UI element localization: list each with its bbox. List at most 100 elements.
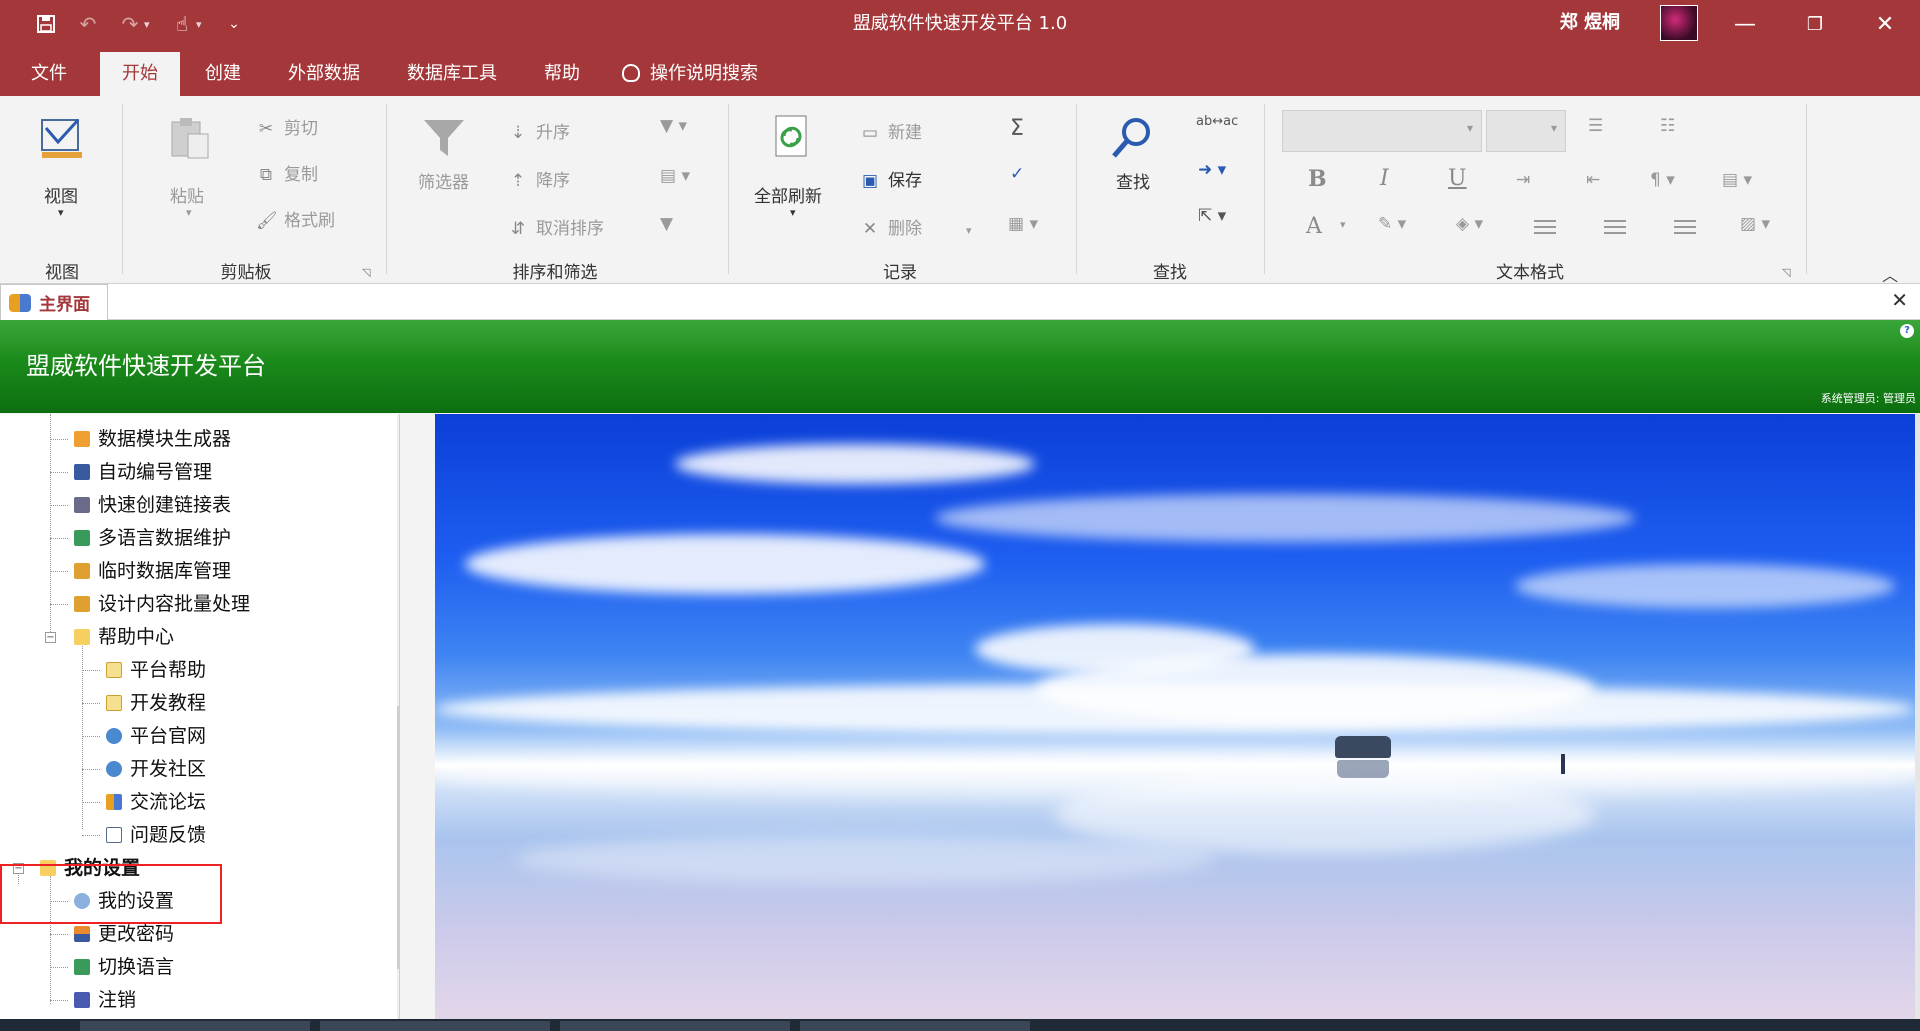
selection-filter-button[interactable]: ▼ ▾ xyxy=(660,116,687,136)
alternate-row-color-button[interactable]: ▨ ▾ xyxy=(1740,214,1770,234)
font-color-dropdown-icon[interactable]: ▾ xyxy=(1340,218,1346,231)
tell-me-search[interactable]: 操作说明搜索 xyxy=(622,52,792,96)
bullets-button[interactable]: ☰ xyxy=(1588,116,1603,136)
font-color-button[interactable]: A xyxy=(1306,214,1322,239)
tree-item-official-site[interactable]: 平台官网 xyxy=(106,721,206,751)
close-document-icon[interactable]: ✕ xyxy=(1891,288,1908,312)
tree-item-dev-community[interactable]: 开发社区 xyxy=(106,754,206,784)
align-right-icon[interactable] xyxy=(1674,220,1696,234)
collapse-toggle-icon[interactable]: − xyxy=(45,632,56,643)
touch-dropdown-icon[interactable]: ▾ xyxy=(196,18,210,31)
redo-icon[interactable]: ↷ xyxy=(112,8,148,40)
gridlines-button[interactable]: ▤ ▾ xyxy=(1722,170,1752,190)
tree-scrollbar-thumb[interactable] xyxy=(397,706,399,969)
advanced-filter-button[interactable]: ▤ ▾ xyxy=(660,166,690,186)
tab-home[interactable]: 开始 xyxy=(100,52,180,96)
font-size-select[interactable] xyxy=(1486,110,1566,152)
group-divider xyxy=(728,104,729,274)
tree-item-forum[interactable]: 交流论坛 xyxy=(106,787,206,817)
tree-item-multilanguage[interactable]: 多语言数据维护 xyxy=(74,523,231,553)
tree-item-dev-tutorial[interactable]: 开发教程 xyxy=(106,688,206,718)
redo-dropdown-icon[interactable]: ▾ xyxy=(144,18,158,31)
text-format-launcher-icon[interactable]: ◹ xyxy=(1782,266,1790,279)
tree-item-quick-link-table[interactable]: 快速创建链接表 xyxy=(74,490,231,520)
collapse-ribbon-icon[interactable]: ︿ xyxy=(1882,262,1898,286)
scroll-up-icon[interactable]: ▲ xyxy=(398,418,399,437)
sort-descending-button[interactable]: ⇡ 降序 xyxy=(508,166,570,191)
undo-icon[interactable]: ↶ xyxy=(70,8,106,40)
copy-button[interactable]: ⧉ 复制 xyxy=(256,160,318,185)
indent-decrease-button[interactable]: ⇤ xyxy=(1586,170,1600,190)
spelling-button[interactable]: ✓ xyxy=(1010,164,1024,184)
tree-item-data-module-generator[interactable]: 数据模块生成器 xyxy=(74,424,231,454)
close-button[interactable]: ✕ xyxy=(1850,0,1920,48)
toggle-filter-button[interactable]: ▼ xyxy=(660,214,673,234)
new-record-button[interactable]: ▭ 新建 xyxy=(860,118,922,143)
tab-main-form[interactable]: 主界面 xyxy=(0,284,108,320)
user-name[interactable]: 郑 煜桐 xyxy=(1560,0,1620,46)
current-user-info: 系统管理员: 管理员 xyxy=(1820,392,1916,405)
customize-icon[interactable]: ⌄ xyxy=(216,8,252,40)
taskbar-item[interactable] xyxy=(80,1021,310,1031)
help-icon[interactable]: ? xyxy=(1900,324,1914,338)
align-left-icon[interactable] xyxy=(1534,220,1556,234)
tab-file[interactable]: 文件 xyxy=(14,52,84,96)
group-divider xyxy=(386,104,387,274)
save-record-button[interactable]: ▣ 保存 xyxy=(860,166,922,191)
group-label-find: 查找 xyxy=(1153,263,1187,283)
numbering-button[interactable]: ☷ xyxy=(1660,116,1675,136)
highlight-button[interactable]: ✎ ▾ xyxy=(1378,214,1406,234)
delete-record-button[interactable]: ✕ 删除 ▾ xyxy=(860,214,972,239)
tab-help[interactable]: 帮助 xyxy=(530,52,594,96)
more-records-button[interactable]: ▦ ▾ xyxy=(1008,214,1038,234)
tree-guide xyxy=(82,670,100,671)
taskbar-item[interactable] xyxy=(560,1021,790,1031)
restore-button[interactable]: ❐ xyxy=(1780,0,1850,48)
minimize-button[interactable]: — xyxy=(1710,0,1780,48)
replace-button[interactable]: ab↔ac xyxy=(1196,114,1238,129)
tree-item-batch-design[interactable]: 设计内容批量处理 xyxy=(74,589,250,619)
clipboard-launcher-icon[interactable]: ◹ xyxy=(362,266,370,279)
tree-item-label: 开发教程 xyxy=(130,692,207,714)
right-edge-strip xyxy=(1915,414,1920,1019)
tree-item-help-center[interactable]: 帮助中心 xyxy=(74,622,174,652)
tab-database-tools[interactable]: 数据库工具 xyxy=(392,52,512,96)
bullet-list-icon: ☰ xyxy=(1588,116,1604,136)
paragraph-direction-button[interactable]: ¶ ▾ xyxy=(1650,170,1675,190)
align-center-icon[interactable] xyxy=(1604,220,1626,234)
touch-mode-icon[interactable]: ☝ xyxy=(164,8,200,40)
remove-sort-button[interactable]: ⇵ 取消排序 xyxy=(508,214,604,239)
tree-item-auto-number[interactable]: 自动编号管理 xyxy=(74,457,212,487)
totals-button[interactable]: Σ xyxy=(1010,116,1024,141)
tree-item-switch-language[interactable]: 切换语言 xyxy=(74,952,174,982)
tree-item-temp-database[interactable]: 临时数据库管理 xyxy=(74,556,231,586)
tab-external-data[interactable]: 外部数据 xyxy=(274,52,374,96)
fill-color-button[interactable]: ◈ ▾ xyxy=(1456,214,1483,234)
taskbar xyxy=(0,1019,1920,1031)
cut-button[interactable]: ✂ 剪切 xyxy=(256,114,318,139)
goto-button[interactable]: ➜ ▾ xyxy=(1198,160,1226,180)
taskbar-item[interactable] xyxy=(800,1021,1030,1031)
tree-item-platform-help[interactable]: 平台帮助 xyxy=(106,655,206,685)
scroll-down-icon[interactable]: ▼ xyxy=(398,994,399,1013)
select-button[interactable]: ⇱ ▾ xyxy=(1198,206,1226,226)
avatar[interactable] xyxy=(1660,5,1698,41)
indent-decrease-icon: ⇤ xyxy=(1586,170,1601,190)
pane-splitter[interactable] xyxy=(421,414,435,1019)
tree-item-logout[interactable]: 注销 xyxy=(74,985,136,1015)
tab-create[interactable]: 创建 xyxy=(188,52,258,96)
taskbar-item[interactable] xyxy=(320,1021,550,1031)
indent-increase-button[interactable]: ⇥ xyxy=(1516,170,1530,190)
sort-ascending-label: 升序 xyxy=(536,123,570,143)
italic-button[interactable]: I xyxy=(1380,166,1389,191)
group-divider xyxy=(1264,104,1265,274)
tree-item-feedback[interactable]: 问题反馈 xyxy=(106,820,206,850)
font-name-select[interactable] xyxy=(1282,110,1482,152)
format-painter-button[interactable]: 🖌 格式刷 xyxy=(256,206,335,231)
sort-ascending-button[interactable]: ⇣ 升序 xyxy=(508,118,570,143)
paste-icon xyxy=(171,118,209,159)
bold-button[interactable]: B xyxy=(1308,166,1327,192)
window-controls: — ❐ ✕ xyxy=(1710,0,1920,48)
underline-button[interactable]: U xyxy=(1448,166,1467,191)
save-icon[interactable] xyxy=(28,8,64,40)
